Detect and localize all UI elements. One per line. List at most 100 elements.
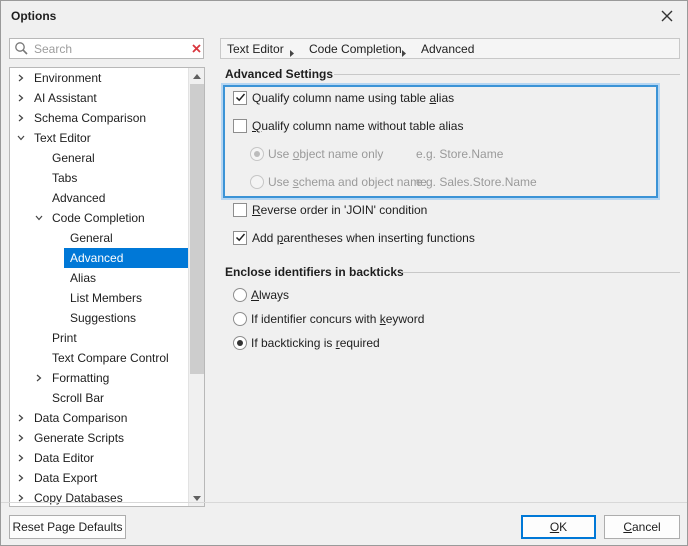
label-text: Use (268, 147, 293, 161)
qualify-without-alias-checkbox[interactable] (233, 119, 247, 133)
backticks-always-radio[interactable] (233, 288, 247, 302)
tree-item-label: List Members (70, 291, 143, 305)
object-name-only-label[interactable]: Use object name only (268, 147, 383, 161)
cancel-button[interactable]: Cancel (604, 515, 680, 539)
breadcrumb-item: Advanced (421, 42, 475, 56)
tree-item-label: General (52, 151, 95, 165)
qualify-with-alias-checkbox[interactable] (233, 91, 247, 105)
schema-and-object-example: e.g. Sales.Store.Name (416, 175, 537, 189)
chevron-down-icon[interactable] (34, 208, 44, 228)
qualify-with-alias-label[interactable]: Qualify column name using table alias (252, 91, 454, 105)
label-text: ualify column name without table alias (261, 119, 464, 133)
tree-item-label: Advanced (52, 191, 106, 205)
footer-divider (1, 502, 687, 503)
button-text: K (559, 520, 568, 534)
button-text: ancel (631, 520, 661, 534)
label-text: Qualify column name using table (252, 91, 430, 105)
breadcrumb: Text Editor Code Completion Advanced (220, 38, 680, 59)
label-text: everse order in 'JOIN' condition (260, 203, 428, 217)
label-text: If backticking is (251, 336, 336, 350)
radio-dot (237, 340, 243, 346)
reset-page-defaults-button[interactable]: Reset Page Defaults (9, 515, 126, 539)
tree-item-label: AI Assistant (34, 91, 97, 105)
reverse-join-label[interactable]: Reverse order in 'JOIN' condition (252, 203, 427, 217)
label-text: eyword (385, 312, 425, 326)
tree-item-label: Suggestions (70, 311, 137, 325)
search-icon (14, 41, 29, 56)
breadcrumb-item[interactable]: Text Editor (227, 42, 284, 56)
scrollbar-thumb[interactable] (190, 84, 204, 374)
scroll-up-icon[interactable] (189, 69, 204, 83)
tree-item-label: Data Comparison (34, 411, 128, 425)
backticks-always-label[interactable]: Always (251, 288, 289, 302)
label-text: bject name only (299, 147, 384, 161)
access-key: Q (252, 119, 262, 133)
label-text: equired (339, 336, 380, 350)
chevron-right-icon[interactable] (16, 68, 26, 88)
search-box (9, 38, 204, 59)
backticks-heading: Enclose identifiers in backticks (225, 265, 404, 279)
label-text: If identifier concurs with (251, 312, 380, 326)
chevron-right-icon[interactable] (16, 108, 26, 128)
tree-item-label: Schema Comparison (34, 111, 147, 125)
tree-item-label: Copy Databases (34, 491, 123, 505)
tree-item-label: Data Export (34, 471, 98, 485)
schema-and-object-radio[interactable] (250, 175, 264, 189)
backticks-required-label[interactable]: If backticking is required (251, 336, 380, 350)
access-key: O (549, 520, 560, 534)
chevron-right-icon[interactable] (34, 368, 44, 388)
tree-item-label: Alias (70, 271, 97, 285)
add-parentheses-checkbox[interactable] (233, 231, 247, 245)
title-bar: Options (1, 1, 687, 31)
add-parentheses-label[interactable]: Add parentheses when inserting functions (252, 231, 475, 245)
tree-item-label: Generate Scripts (34, 431, 125, 445)
tree-item-label: Data Editor (34, 451, 95, 465)
tree-item-label: Print (52, 331, 77, 345)
tree-item-label: Environment (34, 71, 102, 85)
tree-item-label: General (70, 231, 113, 245)
chevron-right-icon[interactable] (16, 448, 26, 468)
tree-item-label: Text Compare Control (52, 351, 169, 365)
object-name-only-example: e.g. Store.Name (416, 147, 504, 161)
checkmark-icon (235, 233, 246, 242)
breadcrumb-separator-icon (402, 46, 406, 60)
clear-search-icon[interactable] (190, 42, 203, 55)
chevron-right-icon[interactable] (16, 488, 26, 506)
chevron-right-icon[interactable] (16, 428, 26, 448)
tree-item-label: Scroll Bar (52, 391, 105, 405)
options-tree: Environment AI Assistant Schema Comparis… (9, 67, 205, 507)
chevron-down-icon[interactable] (16, 128, 26, 148)
label-text: arentheses when inserting functions (283, 231, 475, 245)
search-input[interactable] (34, 41, 184, 56)
backticks-keyword-radio[interactable] (233, 312, 247, 326)
object-name-only-radio[interactable] (250, 147, 264, 161)
advanced-settings-heading: Advanced Settings (225, 67, 334, 81)
breadcrumb-item[interactable]: Code Completion (309, 42, 402, 56)
tree-item-label: Advanced (64, 248, 189, 268)
checkmark-icon (235, 93, 246, 102)
label-text: lways (259, 288, 290, 302)
options-dialog: Options Environment AI Assistant Schema … (0, 0, 688, 546)
qualify-without-alias-label[interactable]: Qualify column name without table alias (252, 119, 463, 133)
tree-scrollbar[interactable] (188, 68, 204, 506)
reverse-join-checkbox[interactable] (233, 203, 247, 217)
backticks-keyword-label[interactable]: If identifier concurs with keyword (251, 312, 424, 326)
chevron-right-icon[interactable] (16, 468, 26, 488)
label-text: lias (436, 91, 455, 105)
radio-dot (254, 151, 260, 157)
dialog-title: Options (11, 9, 57, 23)
group-divider (401, 272, 680, 273)
label-text: Use (268, 175, 293, 189)
close-icon[interactable] (656, 5, 678, 27)
group-divider (334, 74, 680, 75)
schema-and-object-label[interactable]: Use schema and object name (268, 175, 427, 189)
tree-item-label: Code Completion (52, 211, 145, 225)
chevron-right-icon[interactable] (16, 88, 26, 108)
tree-item-label: Tabs (52, 171, 78, 185)
ok-button[interactable]: OK (521, 515, 596, 539)
breadcrumb-separator-icon (290, 46, 294, 60)
tree-item-label: Text Editor (34, 131, 91, 145)
chevron-right-icon[interactable] (16, 408, 26, 428)
label-text: chema and object name (298, 175, 427, 189)
backticks-required-radio[interactable] (233, 336, 247, 350)
